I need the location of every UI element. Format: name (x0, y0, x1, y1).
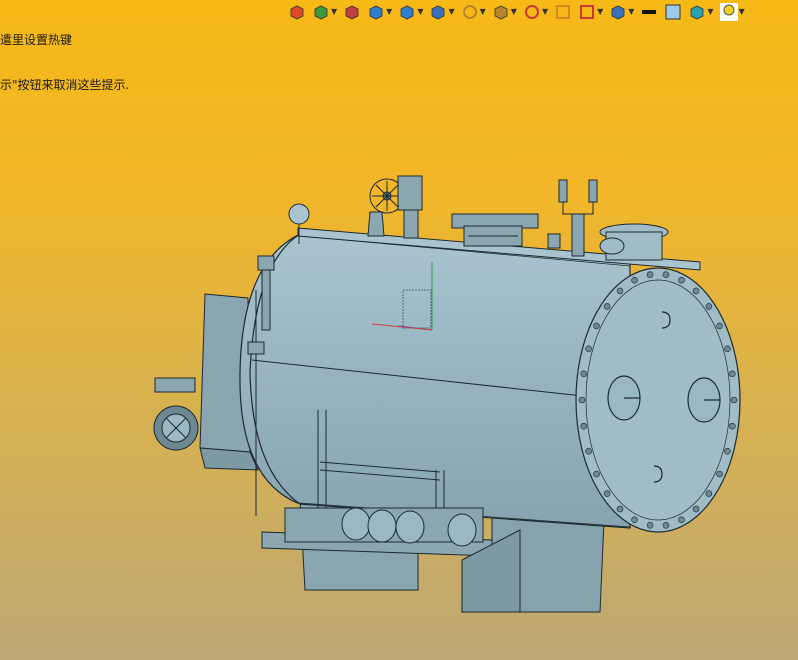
chevron-down-icon[interactable]: ▼ (386, 8, 392, 16)
view-orientation-button[interactable]: ▼ (367, 1, 392, 23)
view-settings-icon (524, 5, 539, 19)
chevron-down-icon[interactable]: ▼ (739, 8, 745, 16)
dynamic-annotation-button[interactable]: ▼ (312, 1, 337, 23)
flange-bolt (705, 490, 713, 497)
rotate-view-button[interactable] (554, 1, 572, 23)
flange-bolt (728, 370, 736, 378)
flange-bolt (585, 447, 592, 455)
flange-bolt (692, 505, 700, 513)
flange-bolt (616, 287, 624, 295)
chevron-down-icon[interactable]: ▼ (331, 8, 337, 16)
boiler-shell (239, 233, 631, 529)
top-valve-wheel (367, 175, 423, 239)
manhole-cover-top (451, 213, 539, 247)
chevron-down-icon[interactable]: ▼ (597, 8, 603, 16)
flange-bolt (678, 276, 685, 284)
hide-show-items-icon (432, 5, 445, 20)
flange-bolt (728, 422, 736, 430)
flange-bolt (603, 490, 611, 497)
chevron-down-icon[interactable]: ▼ (417, 8, 423, 16)
monitor-button[interactable]: ▼ (609, 1, 634, 23)
flange-bolt (580, 422, 588, 430)
lightbulb-icon (719, 3, 738, 21)
previous-view-button[interactable] (288, 1, 306, 23)
plain-view-button[interactable] (664, 1, 682, 23)
view-orientation-icon (369, 5, 383, 20)
chevron-down-icon[interactable]: ▼ (448, 8, 454, 16)
line-color-button[interactable] (640, 1, 658, 23)
zoom-to-fit-button[interactable]: ▼ (578, 1, 603, 23)
flange-bolt (724, 345, 731, 353)
chevron-down-icon[interactable]: ▼ (628, 8, 634, 16)
chevron-down-icon[interactable]: ▼ (480, 8, 486, 16)
flange-bolt (646, 271, 654, 279)
flange-bolt (716, 470, 723, 478)
safety-valves (547, 179, 598, 257)
plain-view-icon (665, 4, 681, 20)
flange-bolt (646, 521, 654, 529)
apply-scene-button[interactable]: ▼ (492, 1, 517, 23)
view-settings-button[interactable]: ▼ (523, 1, 548, 23)
flange-bolt (616, 505, 624, 513)
flange-bolt (678, 516, 685, 524)
chevron-down-icon[interactable]: ▼ (707, 8, 713, 16)
flange-bolt (578, 396, 586, 404)
front-end-plate (575, 267, 741, 533)
hide-show-items-button[interactable]: ▼ (429, 1, 455, 23)
flange-bolt (662, 521, 670, 529)
chevron-down-icon[interactable]: ▼ (542, 8, 548, 16)
section-view-button[interactable] (343, 1, 361, 23)
previous-view-icon (290, 5, 304, 20)
section-view-icon (345, 5, 359, 20)
graphics-viewport[interactable] (0, 24, 798, 660)
monitor-icon (611, 5, 625, 20)
flange-bolt (730, 396, 738, 404)
flange-bolt (631, 516, 638, 524)
flange-bolt (692, 287, 700, 295)
apply-scene-icon (494, 5, 508, 20)
flange-bolt (580, 370, 588, 378)
flange-bolt (603, 303, 611, 310)
chevron-down-icon[interactable]: ▼ (511, 8, 517, 16)
layer-icon (691, 5, 704, 20)
flange-bolt (662, 271, 670, 279)
flange-bolt (705, 303, 713, 310)
edit-appearance-button[interactable]: ▼ (461, 1, 486, 23)
steam-outlet-flange (599, 223, 669, 261)
flange-bolt (631, 276, 638, 284)
flange-bolt (724, 447, 731, 455)
flange-bolt (593, 322, 600, 330)
dynamic-annotation-icon (314, 5, 328, 20)
rotate-view-icon (556, 5, 571, 19)
display-style-button[interactable]: ▼ (398, 1, 423, 23)
flange-bolt (716, 322, 723, 330)
line-color-icon (642, 10, 657, 14)
display-style-icon (400, 5, 414, 20)
layer-button[interactable]: ▼ (688, 1, 714, 23)
flange-bolt (585, 345, 592, 353)
edit-appearance-icon (462, 5, 477, 19)
flange-bolt (593, 470, 600, 478)
zoom-to-fit-icon (580, 5, 595, 19)
lightbulb-button[interactable]: ▼ (719, 1, 745, 23)
heads-up-view-toolbar: ▼ ▼ ▼ ▼ ▼ ▼ ▼ ▼ ▼ ▼ ▼ (288, 0, 751, 24)
